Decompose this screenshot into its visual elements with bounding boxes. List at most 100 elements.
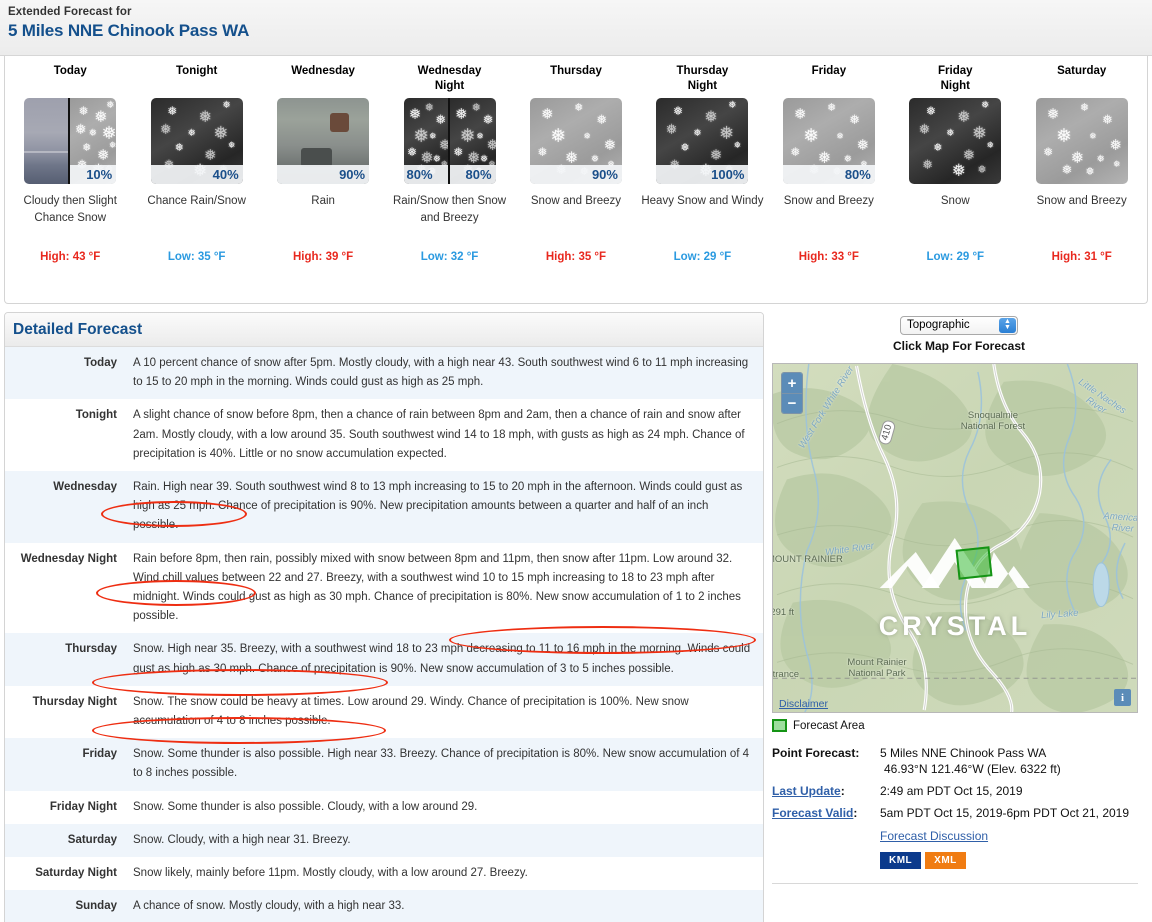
forecast-area-polygon — [955, 546, 993, 580]
weather-icon-panel: ❅ ❅ ❅ ❅ ❅ ❅ ❅ ❅ ❅ ❅ ❅ ❅ — [909, 98, 1002, 184]
detailed-forecast-title: Detailed Forecast — [13, 320, 143, 338]
map-sidebar: Topographic ▲ ▼ Click Map For Forecast +… — [764, 312, 1146, 922]
precip-chance-badge: 100% — [656, 165, 749, 184]
chevron-updown-icon[interactable]: ▲ ▼ — [999, 317, 1016, 333]
detailed-forecast-period-label: Thursday — [65, 643, 117, 656]
forecast-card-description: Snow and Breezy — [783, 195, 874, 207]
precip-chance-text: 80% — [406, 167, 433, 182]
forecast-card: Tonight ❅❅❅❅❅❅❅❅❅❅❅❅40% Chance Rain/Snow Lo… — [133, 64, 259, 303]
forecast-card-day: Tonight — [176, 65, 218, 77]
detailed-forecast-row: Wednesday Rain. High near 39. South south… — [5, 471, 763, 543]
precip-chance-badge: 90% — [277, 165, 370, 184]
point-forecast-key[interactable]: Forecast Valid: — [772, 805, 880, 821]
forecast-area-swatch-icon — [772, 719, 787, 732]
detailed-forecast-row: Thursday Snow. High near 35. Breezy, with… — [5, 633, 763, 686]
precip-chance-badge: 90% — [529, 165, 622, 184]
detailed-forecast-text: Rain before 8pm, then rain, possibly mix… — [133, 552, 741, 623]
detailed-forecast-period-label: Saturday — [67, 833, 117, 846]
weather-icon-panel: ❅❅❅❅❅❅❅❅❅❅❅❅40% — [150, 98, 243, 184]
snowflake-pattern-icon: ❅❅❅❅❅❅❅❅❅❅❅❅ — [918, 100, 995, 180]
point-forecast-value-line: 2:49 am PDT Oct 15, 2019 — [880, 784, 1023, 798]
rain-snow-then-snow-breezy-split-icon[interactable]: ❅❅❅❅❅❅❅❅❅❅❅❅80%❅❅❅❅❅❅❅❅❅❅❅❅80% — [403, 98, 496, 184]
forecast-card-day: Wednesday Night — [417, 65, 482, 92]
forecast-card-day: Friday Night — [938, 65, 973, 92]
detailed-forecast-rows: Today A 10 percent chance of snow after 5… — [5, 347, 763, 922]
detailed-forecast-period-label: Wednesday — [53, 481, 117, 494]
vehicle-silhouette-icon — [330, 113, 349, 133]
detailed-forecast-row: Wednesday Night Rain before 8pm, then rai… — [5, 543, 763, 634]
kml-button[interactable]: KML — [880, 852, 922, 869]
data-format-badges: KML XML — [880, 852, 1146, 869]
forecast-card-temperature: High: 33 °F — [798, 251, 859, 263]
weather-icon-panel: ❅❅❅❅❅❅❅❅❅❅❅❅80% — [782, 98, 875, 184]
point-forecast-key-text: Last Update — [772, 784, 841, 798]
forecast-discussion-link[interactable]: Forecast Discussion — [880, 829, 988, 843]
detailed-forecast-text: Snow. Some thunder is also possible. Clo… — [133, 800, 478, 813]
chance-rain-snow-night-icon[interactable]: ❅❅❅❅❅❅❅❅❅❅❅❅40% — [150, 98, 243, 184]
point-forecast-key-text: Forecast Valid — [772, 806, 854, 820]
detailed-forecast-period-label: Sunday — [75, 900, 117, 913]
point-forecast-value: 5 Miles NNE Chinook Pass WA 46.93°N 121.4… — [880, 745, 1146, 777]
heavy-snow-windy-night-icon[interactable]: ❅❅❅❅❅❅❅❅❅❅❅❅100% — [656, 98, 749, 184]
weather-icon-panel — [24, 98, 71, 184]
point-forecast-key: Point Forecast: — [772, 746, 860, 760]
forecast-card: Today ❅❅❅❅❅❅❅❅❅❅❅❅10% Cloudy then Slight C… — [7, 64, 133, 303]
colon: : — [853, 806, 858, 820]
detailed-forecast-period-label: Thursday Night — [32, 695, 117, 708]
zoom-in-icon[interactable]: + — [782, 373, 802, 393]
map-type-row: Topographic ▲ ▼ — [772, 314, 1146, 336]
forecast-card-temperature: Low: 35 °F — [167, 251, 226, 263]
detailed-forecast-period-label: Friday — [82, 748, 117, 761]
snow-breezy-day-icon[interactable]: ❅❅❅❅❅❅❅❅❅❅❅❅90% — [529, 98, 622, 184]
point-forecast-key[interactable]: Last Update: — [772, 783, 880, 799]
detailed-forecast-text: Snow. Cloudy, with a high near 31. Breez… — [133, 833, 351, 846]
forecast-card-temperature: High: 31 °F — [1051, 251, 1112, 263]
zoom-out-icon[interactable]: − — [782, 393, 802, 413]
forecast-card-description: Snow and Breezy — [530, 195, 622, 207]
precip-chance-badge: 80% — [449, 165, 496, 184]
precip-chance-text: 80% — [465, 167, 492, 182]
precip-chance-badge: 80% — [782, 165, 875, 184]
map-type-value: Topographic — [907, 319, 970, 331]
precip-chance-text: 90% — [591, 167, 618, 182]
snow-breezy-day-icon[interactable]: ❅❅❅❅❅❅❅❅❅❅❅❅80% — [782, 98, 875, 184]
weather-icon-panel: ❅❅❅❅❅❅❅❅❅❅❅❅10% — [70, 98, 117, 184]
detailed-forecast-period-label: Saturday Night — [35, 867, 117, 880]
snow-breezy-day-icon[interactable]: ❅ ❅ ❅ ❅ ❅ ❅ ❅ ❅ ❅ ❅ ❅ ❅ — [1035, 98, 1128, 184]
detailed-forecast-row: Saturday Snow. Cloudy, with a high near 3… — [5, 823, 763, 858]
forecast-card-description: Snow — [940, 195, 970, 207]
forecast-card-temperature: High: 43 °F — [40, 251, 101, 263]
snow-night-icon[interactable]: ❅ ❅ ❅ ❅ ❅ ❅ ❅ ❅ ❅ ❅ ❅ ❅ — [909, 98, 1002, 184]
detailed-forecast-text: A 10 percent chance of snow after 5pm. M… — [133, 357, 749, 389]
rain-icon[interactable]: 90% — [277, 98, 370, 184]
forecast-card-day: Friday — [811, 65, 847, 77]
forecast-card-day: Thursday — [550, 65, 602, 77]
cloudy-then-snow-split-icon[interactable]: ❅❅❅❅❅❅❅❅❅❅❅❅10% — [24, 98, 117, 184]
detailed-forecast-panel: Detailed Forecast Today A 10 percent chan… — [4, 312, 764, 922]
map-disclaimer-link[interactable]: Disclaimer — [779, 698, 828, 710]
lower-section: Detailed Forecast Today A 10 percent chan… — [0, 312, 1152, 922]
click-map-label: Click Map For Forecast — [892, 339, 1026, 353]
forecast-card: Saturday ❅ ❅ ❅ ❅ ❅ ❅ ❅ ❅ ❅ ❅ ❅ ❅ Snow and Breezy High:… — [1019, 64, 1145, 303]
map-terrain-graphic — [773, 364, 1137, 712]
xml-button[interactable]: XML — [925, 852, 966, 869]
forecast-card-description: Rain — [311, 195, 335, 207]
detailed-forecast-row: Sunday A chance of snow. Mostly cloudy, w… — [5, 890, 763, 922]
forecast-card-temperature: Low: 29 °F — [926, 251, 985, 263]
forecast-card: ThursdayNight ❅❅❅❅❅❅❅❅❅❅❅❅100% Heavy Snow … — [639, 64, 765, 303]
forecast-card-description: Heavy Snow and Windy — [641, 195, 764, 207]
detailed-forecast-period-label: Wednesday Night — [20, 552, 117, 565]
forecast-card-temperature: High: 35 °F — [545, 251, 607, 263]
weather-icon-panel: ❅❅❅❅❅❅❅❅❅❅❅❅100% — [656, 98, 749, 184]
point-forecast-row: Last Update: 2:49 am PDT Oct 15, 2019 — [772, 783, 1146, 799]
forecast-card: Friday Night ❅ ❅ ❅ ❅ ❅ ❅ ❅ ❅ ❅ ❅ ❅ ❅ Snow Low: 29 °F — [892, 64, 1018, 303]
map-zoom-controls[interactable]: + − — [781, 372, 803, 414]
forecast-card-temperature: Low: 32 °F — [420, 251, 479, 263]
forecast-card-description: Cloudy then Slight Chance Snow — [23, 195, 117, 224]
forecast-card-day: Thursday Night — [676, 65, 729, 92]
map-type-select[interactable]: Topographic ▲ ▼ — [900, 315, 1018, 335]
forecast-card-description: Chance Rain/Snow — [147, 195, 246, 207]
forecast-card-list: Today❅❅❅❅❅❅❅❅❅❅❅❅10%Cloudy then Slight C… — [5, 56, 1147, 303]
forecast-map[interactable]: + − West Fork White River Little Naches R… — [772, 363, 1138, 713]
info-icon[interactable]: i — [1114, 689, 1131, 706]
